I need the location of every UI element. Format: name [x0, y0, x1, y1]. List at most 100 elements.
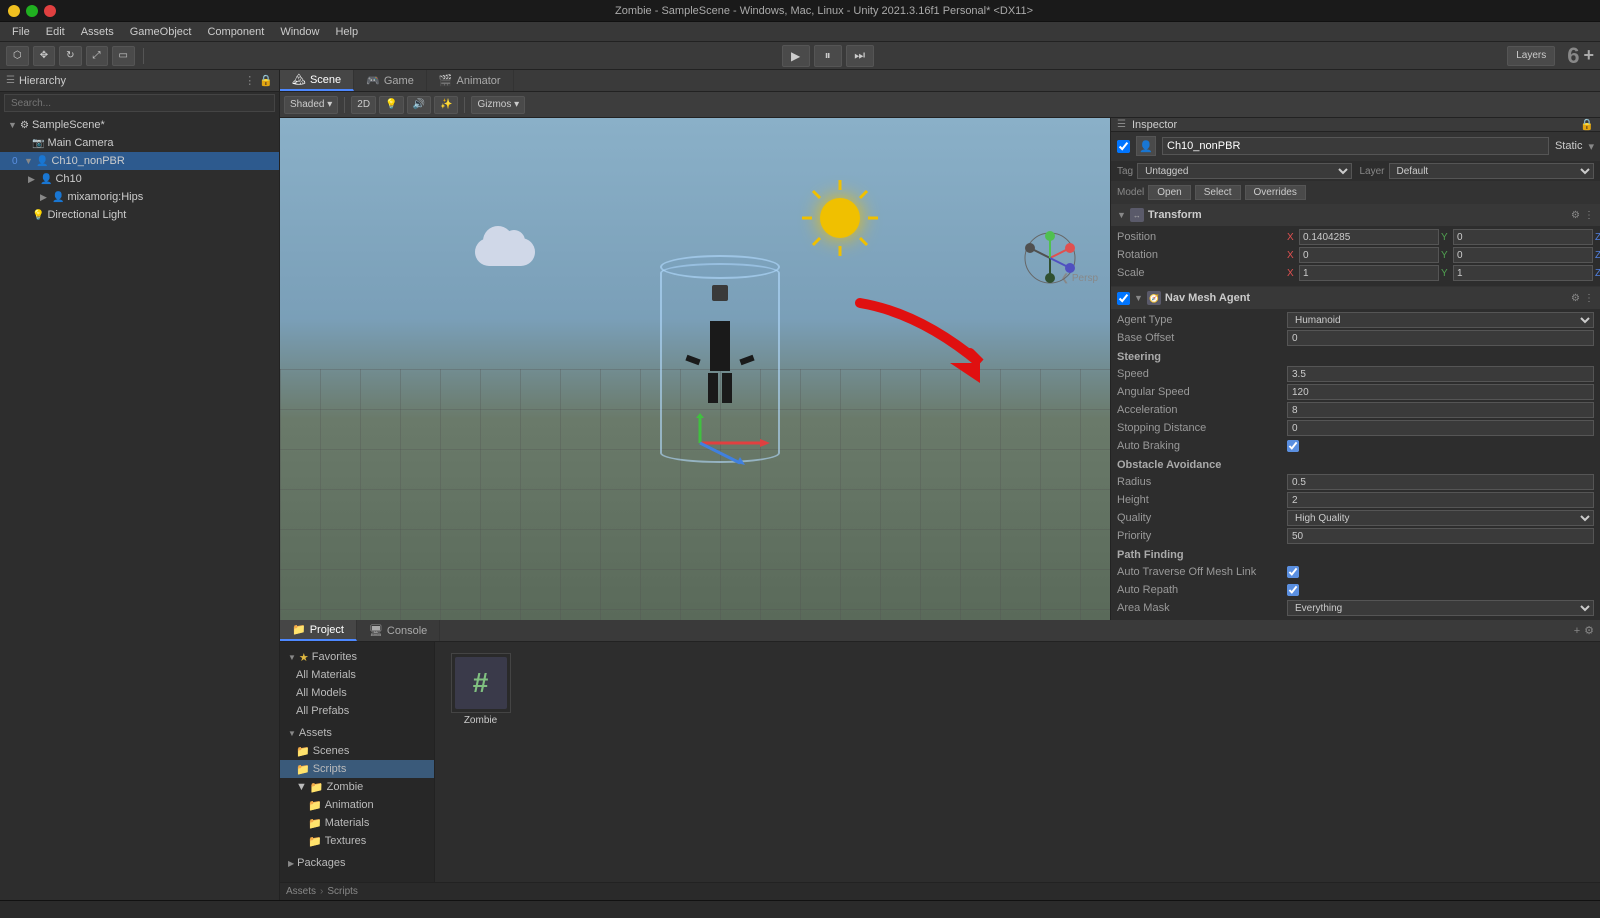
- view-gizmo[interactable]: [1020, 228, 1080, 288]
- hierarchy-item-ch10[interactable]: ▶ 👤 Ch10: [0, 170, 279, 188]
- hierarchy-search[interactable]: [4, 94, 275, 112]
- menu-assets[interactable]: Assets: [73, 22, 122, 42]
- transform-settings[interactable]: ⚙: [1571, 210, 1580, 221]
- ch10child-toggle[interactable]: ▶: [28, 174, 40, 185]
- scripts-folder[interactable]: 📁 Scripts: [280, 760, 434, 778]
- inspector-lock[interactable]: 🔒: [1580, 118, 1594, 131]
- transform-tool[interactable]: ⬡: [6, 46, 29, 66]
- stopping-dist-field[interactable]: [1287, 420, 1594, 436]
- zombie-folder-toggle[interactable]: ▼: [296, 781, 307, 793]
- hierarchy-lock-icon[interactable]: 🔒: [259, 74, 273, 87]
- fav-toggle[interactable]: ▼: [288, 653, 296, 662]
- menu-component[interactable]: Component: [199, 22, 272, 42]
- pos-x-field[interactable]: [1299, 229, 1439, 245]
- scale-tool[interactable]: ⤢: [86, 46, 108, 66]
- base-offset-field[interactable]: [1287, 330, 1594, 346]
- static-dropdown[interactable]: ▾: [1588, 140, 1594, 153]
- step-button[interactable]: ⏭: [846, 45, 874, 67]
- navmesh-toggle[interactable]: ▼: [1134, 293, 1143, 303]
- hierarchy-menu-icon[interactable]: ⋮: [244, 74, 255, 87]
- tab-scene[interactable]: 🏔 Scene: [280, 70, 354, 91]
- scene-draw-mode[interactable]: Shaded ▾: [284, 96, 338, 114]
- hierarchy-item-maincamera[interactable]: 📷 Main Camera: [0, 134, 279, 152]
- zombie-folder[interactable]: ▼ 📁 Zombie: [280, 778, 434, 796]
- scale-x-field[interactable]: [1299, 265, 1439, 281]
- area-mask-dropdown[interactable]: Everything: [1287, 600, 1594, 616]
- textures-folder[interactable]: 📁 Textures: [280, 832, 434, 850]
- navmesh-active-toggle[interactable]: [1117, 292, 1130, 305]
- all-models-item[interactable]: All Models: [280, 684, 434, 702]
- scenes-folder[interactable]: 📁 Scenes: [280, 742, 434, 760]
- close-btn[interactable]: [44, 5, 56, 17]
- scene-lights-toggle[interactable]: 💡: [379, 96, 403, 114]
- pause-button[interactable]: ⏸: [814, 45, 842, 67]
- rot-y-field[interactable]: [1453, 247, 1593, 263]
- maximize-btn[interactable]: [26, 5, 38, 17]
- navmesh-menu[interactable]: ⋮: [1584, 293, 1594, 304]
- transform-toggle[interactable]: ▼: [1117, 210, 1126, 220]
- pos-y-field[interactable]: [1453, 229, 1593, 245]
- minimize-btn[interactable]: [8, 5, 20, 17]
- packages-toggle[interactable]: ▶: [288, 859, 294, 868]
- tab-game[interactable]: 🎮 Game: [354, 70, 427, 91]
- overrides-button[interactable]: Overrides: [1245, 185, 1306, 200]
- menu-window[interactable]: Window: [272, 22, 327, 42]
- repath-check[interactable]: [1287, 584, 1299, 596]
- menu-gameobject[interactable]: GameObject: [122, 22, 200, 42]
- tab-animator[interactable]: 🎬 Animator: [427, 70, 514, 91]
- speed-field[interactable]: [1287, 366, 1594, 382]
- hips-toggle[interactable]: ▶: [40, 192, 52, 203]
- hierarchy-item-dlight[interactable]: 💡 Directional Light: [0, 206, 279, 224]
- menu-edit[interactable]: Edit: [38, 22, 73, 42]
- hierarchy-item-ch10nonpbr[interactable]: 0 ▼ 👤 Ch10_nonPBR: [0, 152, 279, 170]
- priority-field[interactable]: [1287, 528, 1594, 544]
- play-button[interactable]: ▶: [782, 45, 810, 67]
- materials-folder[interactable]: 📁 Materials: [280, 814, 434, 832]
- tab-console[interactable]: 🖥 Console: [357, 620, 440, 641]
- project-add[interactable]: +: [1574, 625, 1580, 637]
- packages-label[interactable]: ▶ Packages: [280, 854, 434, 872]
- scene-gizmos[interactable]: Gizmos ▾: [471, 96, 525, 114]
- angular-speed-field[interactable]: [1287, 384, 1594, 400]
- all-prefabs-item[interactable]: All Prefabs: [280, 702, 434, 720]
- project-settings[interactable]: ⚙: [1584, 624, 1594, 637]
- tab-project[interactable]: 📁 Project: [280, 620, 357, 641]
- favorites-label[interactable]: ▼ ★ Favorites: [280, 648, 434, 666]
- go-name-input[interactable]: [1162, 137, 1549, 155]
- layer-dropdown[interactable]: Default: [1389, 163, 1594, 179]
- scene-view[interactable]: ❮ Persp: [280, 118, 1110, 620]
- move-tool[interactable]: ✥: [33, 46, 55, 66]
- assets-label[interactable]: ▼ Assets: [280, 724, 434, 742]
- agent-type-dropdown[interactable]: Humanoid: [1287, 312, 1594, 328]
- go-active-toggle[interactable]: [1117, 140, 1130, 153]
- samplescene-toggle[interactable]: ▼: [8, 120, 20, 130]
- menu-file[interactable]: File: [4, 22, 38, 42]
- scene-audio-toggle[interactable]: 🔊: [407, 96, 431, 114]
- traverse-check[interactable]: [1287, 566, 1299, 578]
- quality-dropdown[interactable]: High Quality: [1287, 510, 1594, 526]
- scene-fx-toggle[interactable]: ✨: [434, 96, 458, 114]
- all-materials-item[interactable]: All Materials: [280, 666, 434, 684]
- rot-x-field[interactable]: [1299, 247, 1439, 263]
- assets-toggle[interactable]: ▼: [288, 729, 296, 738]
- transform-header[interactable]: ▼ ↔ Transform ⚙ ⋮: [1111, 204, 1600, 226]
- menu-help[interactable]: Help: [327, 22, 366, 42]
- select-button[interactable]: Select: [1195, 185, 1241, 200]
- transform-menu[interactable]: ⋮: [1584, 210, 1594, 221]
- navmesh-settings[interactable]: ⚙: [1571, 293, 1580, 304]
- layers-dropdown[interactable]: Layers: [1507, 46, 1555, 66]
- ch10-toggle[interactable]: ▼: [24, 156, 36, 166]
- rect-tool[interactable]: ▭: [112, 46, 135, 66]
- rotate-tool[interactable]: ↻: [59, 46, 81, 66]
- tag-dropdown[interactable]: Untagged: [1137, 163, 1351, 179]
- hierarchy-item-samplescene[interactable]: ▼ ⚙ SampleScene*: [0, 116, 279, 134]
- radius-field[interactable]: [1287, 474, 1594, 490]
- auto-braking-check[interactable]: [1287, 440, 1299, 452]
- scene-2d-toggle[interactable]: 2D: [351, 96, 376, 114]
- acceleration-field[interactable]: [1287, 402, 1594, 418]
- scale-y-field[interactable]: [1453, 265, 1593, 281]
- hierarchy-item-hips[interactable]: ▶ 👤 mixamorig:Hips: [0, 188, 279, 206]
- open-button[interactable]: Open: [1148, 185, 1190, 200]
- navmesh-header[interactable]: ▼ 🧭 Nav Mesh Agent ⚙ ⋮: [1111, 287, 1600, 309]
- zombie-asset-card[interactable]: # Zombie: [443, 650, 518, 729]
